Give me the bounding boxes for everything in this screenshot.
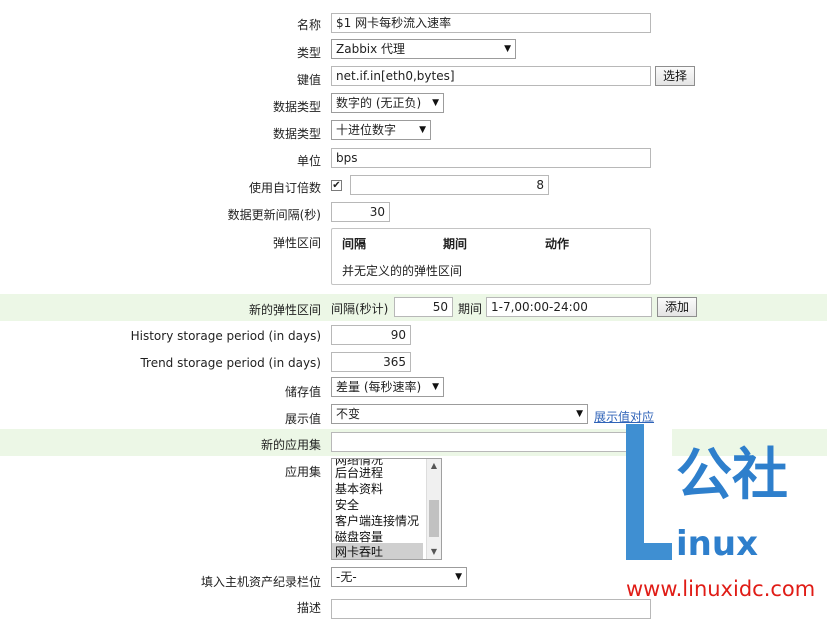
data-type-select[interactable]: 十进位数字 ▼	[331, 120, 431, 140]
row-value-type: 数据类型 数字的 (无正负) ▼	[0, 93, 827, 115]
select-key-button[interactable]: 选择	[655, 66, 696, 86]
applications-label: 应用集	[284, 465, 321, 479]
new-flex-interval-label: 间隔(秒计)	[331, 302, 389, 316]
units-input[interactable]: bps	[331, 148, 651, 168]
new-flex-interval-input[interactable]: 50	[394, 297, 453, 317]
multiplier-input[interactable]: 8	[350, 175, 549, 195]
value-type-select[interactable]: 数字的 (无正负) ▼	[331, 93, 444, 113]
flex-intervals-label: 弹性区间	[272, 236, 321, 250]
row-flex-intervals: 弹性区间 间隔 期间 动作 并无定义的的弹性区间	[0, 228, 827, 286]
chevron-down-icon: ▼	[576, 409, 583, 419]
inventory-select-value: -无-	[336, 570, 357, 584]
row-units: 单位 bps	[0, 147, 827, 169]
row-data-type: 数据类型 十进位数字 ▼	[0, 120, 827, 142]
flex-intervals-table: 间隔 期间 动作 并无定义的的弹性区间	[331, 228, 651, 285]
chevron-down-icon: ▼	[455, 572, 462, 582]
watermark-logo	[626, 423, 672, 560]
row-key: 键值 net.if.in[eth0,bytes] 选择	[0, 66, 827, 88]
description-label: 描述	[296, 601, 321, 615]
type-select-value: Zabbix 代理	[336, 42, 406, 56]
history-input[interactable]: 90	[331, 325, 411, 345]
chevron-down-icon: ▼	[432, 382, 439, 392]
name-label: 名称	[296, 18, 321, 32]
delay-input[interactable]: 30	[331, 202, 390, 222]
list-item-selected[interactable]: 网卡吞吐	[332, 543, 423, 559]
store-value-label: 储存值	[284, 385, 321, 399]
type-label: 类型	[296, 46, 321, 60]
trends-input[interactable]: 365	[331, 352, 411, 372]
add-flex-button[interactable]: 添加	[657, 297, 698, 317]
value-type-label: 数据类型	[272, 100, 321, 114]
show-value-label: 展示值	[284, 412, 321, 426]
new-flex-label: 新的弹性区间	[248, 303, 321, 317]
watermark-text: 公社	[676, 443, 788, 508]
row-multiplier: 使用自订倍数 ✔ 8	[0, 174, 827, 196]
inventory-select[interactable]: -无- ▼	[331, 567, 467, 587]
new-application-label: 新的应用集	[260, 438, 321, 452]
show-value-select-value: 不变	[336, 407, 361, 421]
inventory-label: 填入主机资产纪录栏位	[200, 575, 321, 589]
new-flex-period-label: 期间	[458, 302, 483, 316]
row-name: 名称 $1 网卡每秒流入速率	[0, 12, 827, 34]
scroll-down-icon[interactable]: ▼	[427, 545, 441, 559]
description-textarea[interactable]	[331, 599, 651, 619]
list-item[interactable]: 安全	[335, 496, 359, 513]
multiplier-checkbox[interactable]: ✔	[331, 180, 342, 191]
delay-label: 数据更新间隔(秒)	[227, 208, 321, 222]
row-new-flex: 新的弹性区间 间隔(秒计) 50 期间 1-7,00:00-24:00 添加	[0, 294, 827, 321]
row-history: History storage period (in days) 90	[0, 324, 827, 346]
data-type-label: 数据类型	[272, 127, 321, 141]
row-store-value: 储存值 差量 (每秒速率) ▼	[0, 377, 827, 399]
list-item[interactable]: 基本资料	[335, 480, 383, 497]
store-value-select-value: 差量 (每秒速率)	[336, 380, 422, 394]
flex-empty-text: 并无定义的的弹性区间	[342, 264, 463, 278]
new-application-input[interactable]	[331, 432, 651, 452]
type-select[interactable]: Zabbix 代理 ▼	[331, 39, 516, 59]
scroll-up-icon[interactable]: ▲	[427, 459, 441, 473]
row-show-value: 展示值 不变 ▼ 展示值对应	[0, 404, 827, 426]
flex-header-action: 动作	[545, 237, 570, 251]
history-label: History storage period (in days)	[130, 329, 321, 343]
applications-scrollbar[interactable]: ▲ ▼	[426, 459, 441, 559]
chevron-down-icon: ▼	[419, 125, 426, 135]
scroll-thumb[interactable]	[429, 500, 439, 537]
watermark-url: www.linuxidc.com	[626, 577, 816, 601]
row-type: 类型 Zabbix 代理 ▼	[0, 39, 827, 61]
list-item[interactable]: 后台进程	[335, 464, 383, 481]
multiplier-label: 使用自订倍数	[248, 181, 321, 195]
name-input[interactable]: $1 网卡每秒流入速率	[331, 13, 651, 33]
flex-header-period: 期间	[443, 237, 468, 251]
trends-label: Trend storage period (in days)	[140, 356, 321, 370]
applications-listbox[interactable]: 网络情况 后台进程 基本资料 安全 客户端连接情况 磁盘容量 网卡吞吐 ▲ ▼	[331, 458, 442, 560]
key-label: 键值	[296, 73, 321, 87]
key-input[interactable]: net.if.in[eth0,bytes]	[331, 66, 651, 86]
list-item[interactable]: 客户端连接情况	[335, 512, 419, 529]
chevron-down-icon: ▼	[432, 98, 439, 108]
watermark-suffix: inux	[676, 524, 758, 564]
new-flex-period-input[interactable]: 1-7,00:00-24:00	[486, 297, 652, 317]
units-label: 单位	[296, 154, 321, 168]
store-value-select[interactable]: 差量 (每秒速率) ▼	[331, 377, 444, 397]
flex-header-interval: 间隔	[342, 237, 367, 251]
data-type-select-value: 十进位数字	[336, 123, 397, 137]
show-value-select[interactable]: 不变 ▼	[331, 404, 588, 424]
row-delay: 数据更新间隔(秒) 30	[0, 201, 827, 223]
row-trends: Trend storage period (in days) 365	[0, 351, 827, 373]
value-type-select-value: 数字的 (无正负)	[336, 96, 422, 110]
chevron-down-icon: ▼	[504, 44, 511, 54]
